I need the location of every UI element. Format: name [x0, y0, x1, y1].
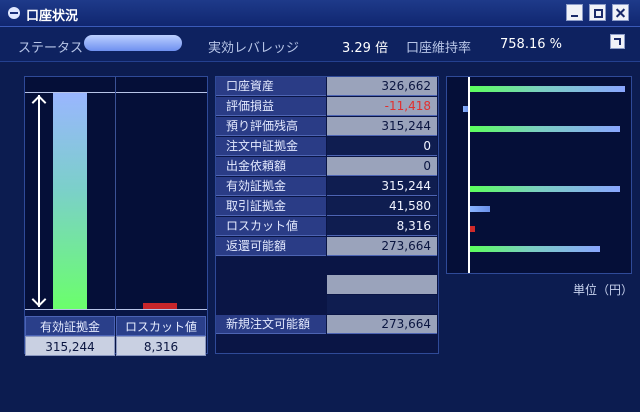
hbar-2 — [470, 126, 620, 132]
bar-chart-values: 315,244 8,316 — [25, 336, 207, 356]
row-label: 注文中証拠金 — [216, 137, 326, 156]
row-label: 取引証拠金 — [216, 197, 326, 216]
minimize-button[interactable] — [566, 4, 583, 21]
empty-row — [327, 275, 437, 294]
hbar-0 — [470, 86, 625, 92]
table-row: 預り評価残高 315,244 — [216, 117, 438, 136]
maintenance-ratio-value: 758.16 % — [500, 37, 562, 52]
window-app-icon — [8, 7, 20, 19]
bar-chart-labels: 有効証拠金 ロスカット値 — [25, 316, 207, 336]
row-label: 有効証拠金 — [216, 177, 326, 196]
unit-label: 単位（円） — [573, 283, 634, 297]
table-row: ロスカット値 8,316 — [216, 217, 438, 236]
leverage-value: 3.29 倍 — [342, 41, 389, 56]
leverage-label: 実効レバレッジ — [208, 41, 300, 56]
account-status-window: 口座状況 ステータス 実効レバレッジ 3.29 倍 口座維持率 758.16 %… — [0, 0, 640, 412]
table-row: 有効証拠金 315,244 — [216, 177, 438, 196]
table-row: 口座資産 326,662 — [216, 77, 438, 96]
hbar-8 — [470, 246, 600, 252]
losscut-caption: ロスカット値 — [116, 316, 206, 336]
row-value: 0 — [327, 137, 437, 156]
table-row: 返還可能額 273,664 — [216, 237, 438, 256]
row-value: 326,662 — [327, 77, 437, 96]
table-row-new-order: 新規注文可能額 273,664 — [216, 315, 438, 334]
effective-margin-caption: 有効証拠金 — [25, 316, 115, 336]
row-label: 口座資産 — [216, 77, 326, 96]
horizontal-bar-chart — [446, 76, 632, 274]
popout-icon[interactable] — [610, 34, 625, 49]
losscut-bar — [143, 303, 177, 309]
range-arrow-line — [38, 95, 40, 307]
account-table: 口座資産 326,662 評価損益 -11,418 預り評価残高 315,244… — [215, 76, 439, 354]
row-value: -11,418 — [327, 97, 437, 116]
hbar-6 — [470, 206, 490, 212]
row-label: ロスカット値 — [216, 217, 326, 236]
row-value: 315,244 — [327, 177, 437, 196]
baseline — [25, 309, 207, 310]
table-row: 注文中証拠金 0 — [216, 137, 438, 156]
arrow-down-icon — [32, 295, 46, 309]
zero-axis-line — [468, 77, 470, 273]
status-label: ステータス — [18, 41, 84, 56]
row-value: 0 — [327, 157, 437, 176]
row-value: 8,316 — [327, 217, 437, 236]
margin-chart-area — [25, 77, 207, 310]
empty-row — [327, 295, 437, 314]
margin-bar-chart: 有効証拠金 ロスカット値 315,244 8,316 — [24, 76, 208, 356]
effective-margin-bar — [53, 93, 87, 309]
row-label: 出金依頼額 — [216, 157, 326, 176]
table-row: 出金依頼額 0 — [216, 157, 438, 176]
title-bar[interactable]: 口座状況 — [0, 0, 640, 27]
maximize-button[interactable] — [589, 4, 606, 21]
new-order-label: 新規注文可能額 — [216, 315, 326, 334]
window-title: 口座状況 — [26, 9, 79, 24]
row-label: 預り評価残高 — [216, 117, 326, 136]
row-value: 41,580 — [327, 197, 437, 216]
table-row: 評価損益 -11,418 — [216, 97, 438, 116]
status-bar: ステータス 実効レバレッジ 3.29 倍 口座維持率 758.16 % — [0, 27, 640, 62]
losscut-caption-value: 8,316 — [116, 336, 206, 356]
column-divider — [115, 77, 116, 310]
close-button[interactable] — [612, 4, 629, 21]
hbar-1 — [463, 106, 468, 112]
hbar-7 — [470, 226, 475, 232]
effective-margin-caption-value: 315,244 — [25, 336, 115, 356]
status-indicator — [84, 35, 182, 51]
hbar-5 — [470, 186, 620, 192]
row-label: 評価損益 — [216, 97, 326, 116]
table-row: 取引証拠金 41,580 — [216, 197, 438, 216]
new-order-value: 273,664 — [327, 315, 437, 334]
row-value: 273,664 — [327, 237, 437, 256]
arrow-up-icon — [32, 93, 46, 107]
maintenance-ratio-label: 口座維持率 — [406, 41, 472, 56]
row-label: 返還可能額 — [216, 237, 326, 256]
row-value: 315,244 — [327, 117, 437, 136]
